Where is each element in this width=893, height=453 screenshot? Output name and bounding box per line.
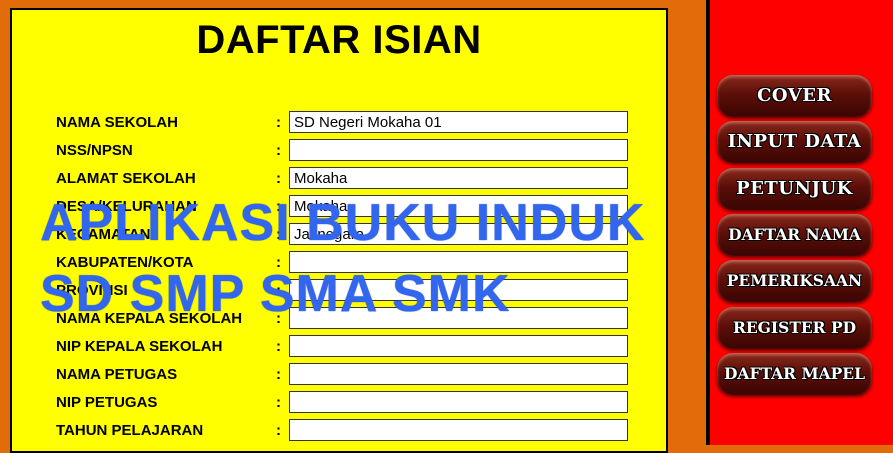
form-row-kecamatan: KECAMATAN : Jatinegara: [12, 223, 666, 247]
field-label: NSS/NPSN: [56, 142, 133, 159]
field-colon: :: [276, 394, 281, 411]
form-row-nss-npsn: NSS/NPSN :: [12, 139, 666, 163]
nama-petugas-field[interactable]: [289, 363, 628, 385]
form-title: DAFTAR ISIAN: [196, 18, 482, 62]
field-label: NIP PETUGAS: [56, 394, 158, 411]
nama-kepala-sekolah-field[interactable]: [289, 307, 628, 329]
side-nav-panel: COVER INPUT DATA PETUNJUK DAFTAR NAMA PE…: [710, 0, 893, 445]
nip-petugas-field[interactable]: [289, 391, 628, 413]
form-row-tahun-pelajaran: TAHUN PELAJARAN :: [12, 419, 666, 443]
field-label: DESA/KELURAHAN: [56, 198, 197, 215]
nss-npsn-field[interactable]: [289, 139, 628, 161]
daftar-nama-button[interactable]: DAFTAR NAMA: [717, 214, 872, 256]
desa-kelurahan-field[interactable]: Mokaha: [289, 195, 628, 217]
daftar-mapel-button[interactable]: DAFTAR MAPEL: [717, 353, 872, 395]
cover-button[interactable]: COVER: [717, 75, 872, 117]
form-row-provinsi: PROVINSI :: [12, 279, 666, 303]
input-data-button[interactable]: INPUT DATA: [717, 121, 872, 163]
field-colon: :: [276, 282, 281, 299]
form-row-nip-kepala-sekolah: NIP KEPALA SEKOLAH :: [12, 335, 666, 359]
field-colon: :: [276, 338, 281, 355]
petunjuk-button[interactable]: PETUNJUK: [717, 168, 872, 210]
form-row-nip-petugas: NIP PETUGAS :: [12, 391, 666, 415]
field-colon: :: [276, 422, 281, 439]
field-label: ALAMAT SEKOLAH: [56, 170, 196, 187]
tahun-pelajaran-field[interactable]: [289, 419, 628, 441]
form-row-nama-petugas: NAMA PETUGAS :: [12, 363, 666, 387]
field-colon: :: [276, 226, 281, 243]
field-label: NIP KEPALA SEKOLAH: [56, 338, 223, 355]
form-row-desa-kelurahan: DESA/KELURAHAN : Mokaha: [12, 195, 666, 219]
field-label: NAMA PETUGAS: [56, 366, 178, 383]
pemeriksaan-button[interactable]: PEMERIKSAAN: [717, 260, 872, 302]
field-label: KABUPATEN/KOTA: [56, 254, 194, 271]
form-panel: DAFTAR ISIAN NAMA SEKOLAH : SD Negeri Mo…: [10, 8, 668, 453]
nip-kepala-sekolah-field[interactable]: [289, 335, 628, 357]
field-colon: :: [276, 310, 281, 327]
kecamatan-field[interactable]: Jatinegara: [289, 223, 628, 245]
nama-sekolah-field[interactable]: SD Negeri Mokaha 01: [289, 111, 628, 133]
field-label: TAHUN PELAJARAN: [56, 422, 204, 439]
field-label: NAMA KEPALA SEKOLAH: [56, 310, 243, 327]
field-label: NAMA SEKOLAH: [56, 114, 178, 131]
field-colon: :: [276, 142, 281, 159]
field-label: PROVINSI: [56, 282, 128, 299]
form-row-nama-sekolah: NAMA SEKOLAH : SD Negeri Mokaha 01: [12, 111, 666, 135]
form-row-alamat-sekolah: ALAMAT SEKOLAH : Mokaha: [12, 167, 666, 191]
field-colon: :: [276, 198, 281, 215]
field-colon: :: [276, 170, 281, 187]
form-row-nama-kepala-sekolah: NAMA KEPALA SEKOLAH :: [12, 307, 666, 331]
kabupaten-kota-field[interactable]: [289, 251, 628, 273]
field-colon: :: [276, 366, 281, 383]
field-colon: :: [276, 254, 281, 271]
field-label: KECAMATAN: [56, 226, 151, 243]
form-row-kabupaten-kota: KABUPATEN/KOTA :: [12, 251, 666, 275]
register-pd-button[interactable]: REGISTER PD: [717, 307, 872, 349]
alamat-sekolah-field[interactable]: Mokaha: [289, 167, 628, 189]
field-colon: :: [276, 114, 281, 131]
provinsi-field[interactable]: [289, 279, 628, 301]
